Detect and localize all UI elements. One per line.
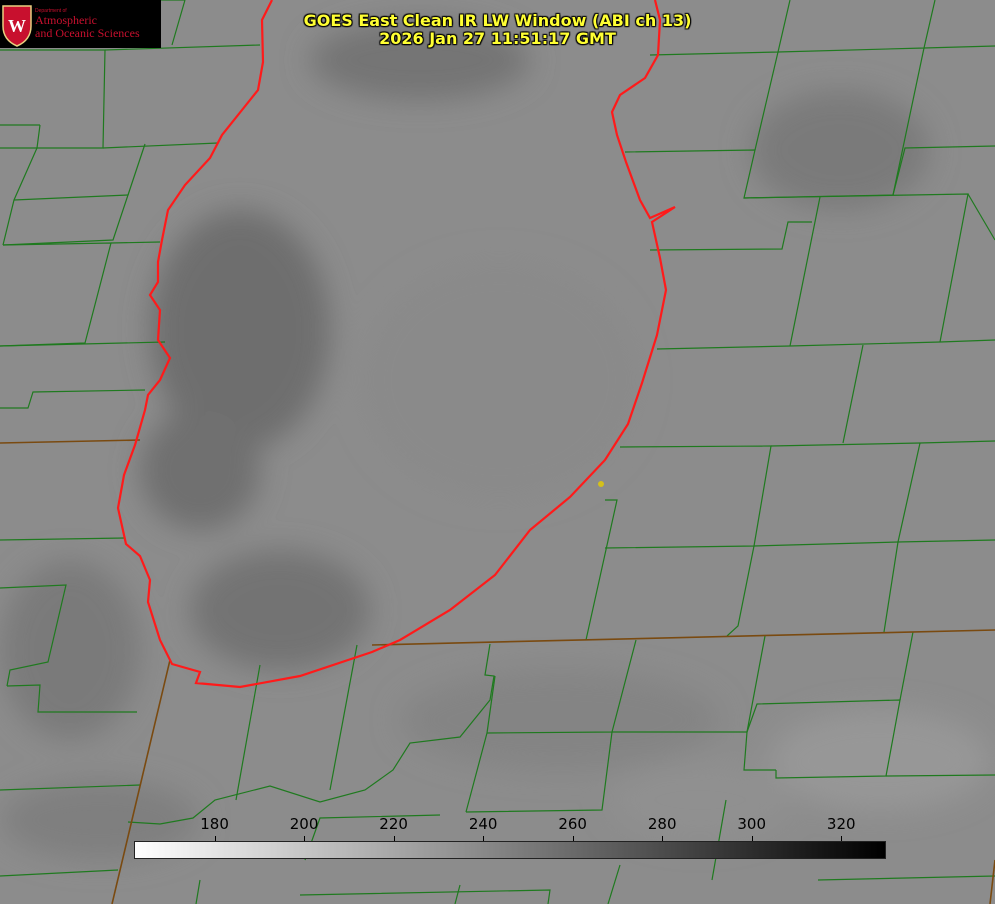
colorbar-tick-mark — [572, 836, 574, 841]
colorbar-tick-mark — [751, 836, 753, 841]
colorbar-tick-label: 320 — [826, 815, 856, 833]
temperature-colorbar — [134, 841, 886, 859]
colorbar-tick-label: 220 — [379, 815, 408, 833]
colorbar-tick-mark — [304, 836, 306, 841]
colorbar-tick-label: 280 — [647, 815, 677, 833]
colorbar-tick-label: 200 — [289, 815, 319, 833]
colorbar-tick-label: 300 — [737, 815, 767, 833]
colorbar-tick-mark — [841, 836, 843, 841]
satellite-map — [0, 0, 995, 904]
location-marker — [598, 481, 604, 487]
colorbar-tick-mark — [483, 836, 485, 841]
colorbar-tick-label: 260 — [558, 815, 587, 833]
colorbar-tick-mark — [393, 836, 395, 841]
colorbar-tick-label: 240 — [468, 815, 498, 833]
image-timestamp: 2026 Jan 27 11:51:17 GMT — [379, 29, 616, 48]
colorbar-tick-mark — [662, 836, 664, 841]
colorbar-tick-label: 180 — [200, 815, 229, 833]
image-title: GOES East Clean IR LW Window (ABI ch 13) — [303, 11, 692, 30]
colorbar-tick-mark — [214, 836, 216, 841]
